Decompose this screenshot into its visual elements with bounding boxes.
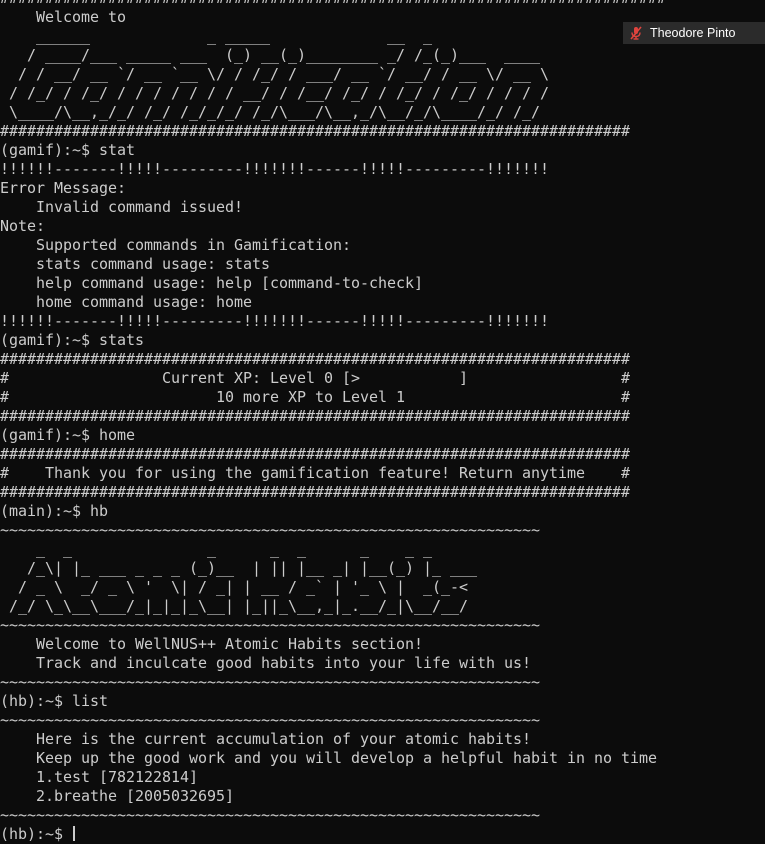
terminal-line: 1.test [782122814] <box>0 768 198 786</box>
terminal-line: Invalid command issued! <box>0 198 243 216</box>
terminal-line: ~~~~~~~~~~~~~~~~~~~~~~~~~~~~~~~~~~~~~~~~… <box>0 711 540 729</box>
terminal-line: / ____/___ _____ ___ (_) __(_)________ _… <box>0 46 540 64</box>
terminal-line: # 10 more XP to Level 1 # <box>0 388 630 406</box>
terminal-line: home command usage: home <box>0 293 252 311</box>
terminal-line: \____/\__,_/_/ /_/ /_/_/_/ /_/\___/\__,_… <box>0 103 540 121</box>
terminal-line: ########################################… <box>0 483 630 501</box>
terminal-line: _ _ _ _ _ _ _ _ <box>0 540 432 558</box>
terminal-line: ########################################… <box>0 407 630 425</box>
terminal-line: / / __/ __ `/ __ `__ \/ / /_/ / ___/ __ … <box>0 65 549 83</box>
terminal-line: stats command usage: stats <box>0 255 270 273</box>
terminal-line: Track and inculcate good habits into you… <box>0 654 531 672</box>
terminal-line: Welcome to WellNUS++ Atomic Habits secti… <box>0 635 423 653</box>
terminal-line: Note: <box>0 217 45 235</box>
terminal-line: /_\| |_ ___ _ _ _ (_)__ | || |__ _| |__(… <box>0 559 477 577</box>
participant-name: Theodore Pinto <box>650 26 736 40</box>
terminal-line: ~~~~~~~~~~~~~~~~~~~~~~~~~~~~~~~~~~~~~~~~… <box>0 806 540 824</box>
terminal-line: ########################################… <box>0 445 630 463</box>
terminal-line: /_/ \_\__\___/_|_|_|_\__| |_||_\__,_|_._… <box>0 597 468 615</box>
terminal-line: # Current XP: Level 0 [> ] # <box>0 369 630 387</box>
muted-microphone-icon <box>628 25 644 41</box>
terminal-line: # Thank you for using the gamification f… <box>0 464 630 482</box>
terminal-line: ########################################… <box>0 0 765 8</box>
terminal-line: ~~~~~~~~~~~~~~~~~~~~~~~~~~~~~~~~~~~~~~~~… <box>0 521 540 539</box>
text-cursor <box>73 826 75 841</box>
terminal-line: 2.breathe [2005032695] <box>0 787 234 805</box>
terminal-line: Here is the current accumulation of your… <box>0 730 531 748</box>
terminal-line: / /_/ / /_/ / / / / / / / __/ / /__/ /_/… <box>0 84 549 102</box>
terminal-line: help command usage: help [command-to-che… <box>0 274 423 292</box>
participant-badge: Theodore Pinto <box>623 22 765 44</box>
terminal-line: (hb):~$ list <box>0 692 108 710</box>
terminal-line: Supported commands in Gamification: <box>0 236 351 254</box>
terminal-line: Keep up the good work and you will devel… <box>0 749 657 767</box>
terminal-line: !!!!!!-------!!!!!---------!!!!!!!------… <box>0 312 549 330</box>
terminal-lines: ########################################… <box>0 0 765 825</box>
terminal-line: ~~~~~~~~~~~~~~~~~~~~~~~~~~~~~~~~~~~~~~~~… <box>0 616 540 634</box>
terminal-line: Error Message: <box>0 179 126 197</box>
terminal-line: / _ \ _/ _ \ ' \| / _| | __ / _` | '_ \ … <box>0 578 468 596</box>
terminal-line: (main):~$ hb <box>0 502 108 520</box>
terminal-prompt-line[interactable]: (hb):~$ <box>0 825 765 844</box>
terminal-line: (gamif):~$ home <box>0 426 135 444</box>
terminal-line: ########################################… <box>0 122 630 140</box>
terminal-line: ~~~~~~~~~~~~~~~~~~~~~~~~~~~~~~~~~~~~~~~~… <box>0 673 540 691</box>
terminal-prompt: (hb):~$ <box>0 825 72 843</box>
terminal-line: (gamif):~$ stats <box>0 331 144 349</box>
terminal-line: !!!!!!-------!!!!!---------!!!!!!!------… <box>0 160 549 178</box>
terminal-output[interactable]: ########################################… <box>0 0 765 844</box>
terminal-line: ########################################… <box>0 350 630 368</box>
terminal-line: (gamif):~$ stat <box>0 141 135 159</box>
